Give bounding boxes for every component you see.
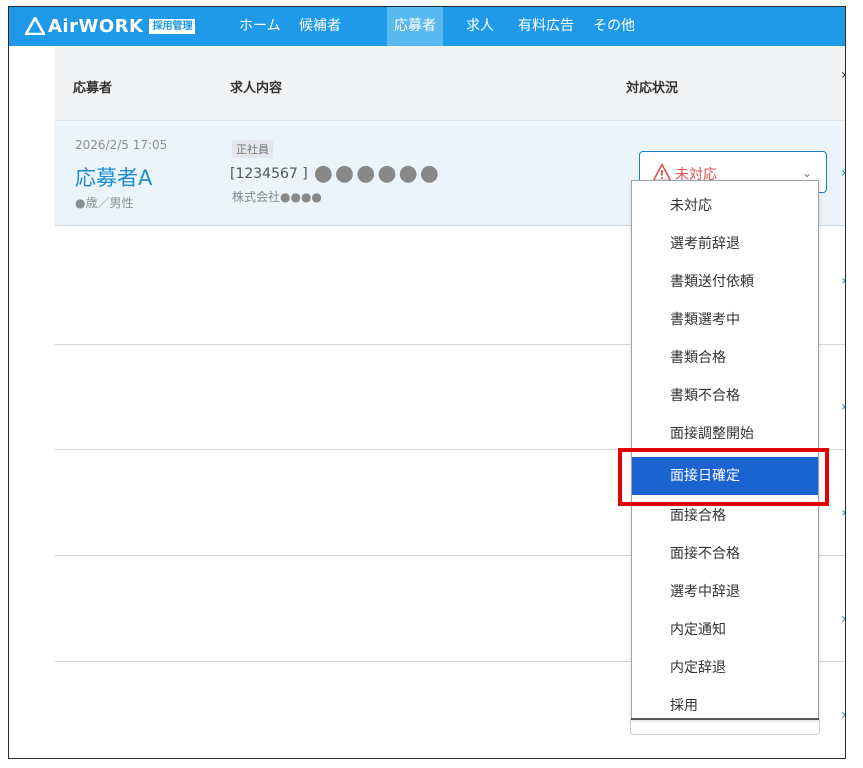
row-action-cutoff-icon[interactable]: ›	[841, 273, 845, 289]
job-code: [1234567 ]	[230, 165, 308, 182]
job-title: ●●●●●●	[313, 161, 441, 186]
top-nav: AirWORK 採用管理 ホーム 候補者 応募者 求人 有料広告 その他	[9, 7, 845, 46]
row-action-cutoff-icon[interactable]: ›	[841, 611, 845, 627]
logo-text: AirWORK	[48, 15, 144, 37]
chevron-down-icon: ⌄	[801, 166, 812, 180]
header-status: 対応状況	[626, 81, 679, 96]
status-option[interactable]: 内定辞退	[632, 649, 818, 687]
status-option[interactable]: 選考中辞退	[632, 573, 818, 611]
applied-datetime: 2026/2/5 17:05	[75, 138, 168, 152]
highlight-callout-box	[618, 448, 829, 506]
row-action-cutoff-icon[interactable]: ›	[841, 707, 845, 723]
logo-badge: 採用管理	[149, 18, 196, 34]
header-job: 求人内容	[230, 81, 283, 96]
table-header: 応募者 求人内容 対応状況	[55, 46, 845, 121]
row-action-cutoff-icon[interactable]: ›	[841, 165, 845, 181]
status-option[interactable]: 選考前辞退	[632, 225, 818, 263]
applicant-name-link[interactable]: 応募者A	[75, 162, 152, 192]
company-name: 株式会社●●●●	[232, 190, 322, 204]
status-option[interactable]: 書類合格	[632, 339, 818, 377]
job-info[interactable]: [1234567 ] ●●●●●●	[230, 161, 441, 186]
nav-paid-ads[interactable]: 有料広告	[514, 7, 578, 46]
status-option[interactable]: 内定通知	[632, 611, 818, 649]
status-option-unhandled[interactable]: 未対応	[632, 187, 818, 225]
airwork-logo[interactable]: AirWORK 採用管理	[25, 15, 196, 37]
row-action-cutoff-icon[interactable]: ›	[841, 399, 845, 415]
header-cutoff-glyph: ›	[841, 67, 845, 83]
nav-applicants[interactable]: 応募者	[387, 7, 443, 46]
logo-triangle-icon	[25, 17, 45, 35]
status-option[interactable]: 書類不合格	[632, 377, 818, 415]
status-option[interactable]: 書類選考中	[632, 301, 818, 339]
status-option[interactable]: 面接不合格	[632, 535, 818, 573]
header-applicant: 応募者	[73, 81, 113, 96]
nav-other[interactable]: その他	[589, 7, 639, 46]
row-action-cutoff-icon[interactable]: ›	[841, 505, 845, 521]
nav-home[interactable]: ホーム	[235, 7, 285, 46]
status-option[interactable]: 書類送付依頼	[632, 263, 818, 301]
employment-type-badge: 正社員	[232, 140, 273, 158]
nav-jobs[interactable]: 求人	[462, 7, 498, 46]
nav-candidates[interactable]: 候補者	[295, 7, 345, 46]
age-gender: ●歳／男性	[75, 196, 134, 210]
menu-bottom-border	[631, 718, 819, 720]
